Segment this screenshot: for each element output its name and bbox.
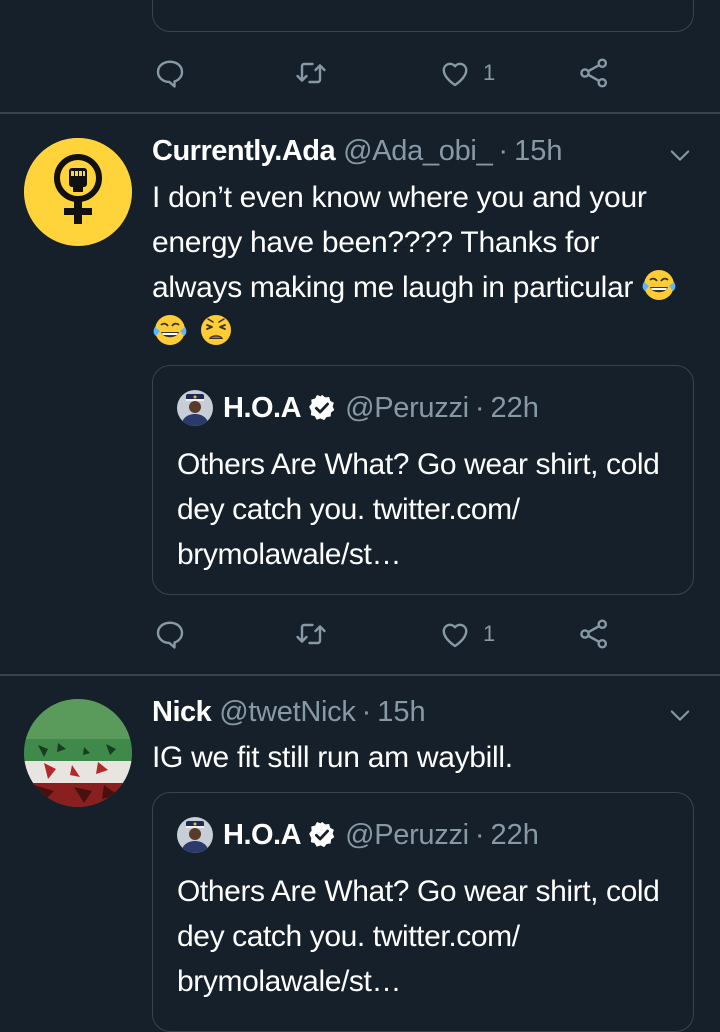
chevron-down-icon xyxy=(670,710,690,721)
separator: · xyxy=(361,696,372,728)
reply-button[interactable] xyxy=(152,616,188,652)
quoted-avatar xyxy=(177,390,213,426)
like-button[interactable]: 1 xyxy=(437,616,495,652)
quoted-user-handle: @Peruzzi xyxy=(345,391,469,424)
tweet-text: I don’t even know where you and your ene… xyxy=(152,175,697,355)
verified-badge xyxy=(307,820,337,850)
retweet-icon xyxy=(296,623,326,645)
quoted-tweet-card[interactable]: H.O.A @Peruzzi · 22h Others Are What? Go… xyxy=(152,365,694,595)
separator: · xyxy=(498,135,509,167)
quoted-tweet-header: H.O.A @Peruzzi · 22h xyxy=(177,817,539,853)
quoted-tweet-text: Others Are What? Go wear shirt, cold dey… xyxy=(177,448,660,571)
quoted-timestamp: 22h xyxy=(490,391,539,424)
verified-badge-icon xyxy=(309,821,335,848)
reply-icon xyxy=(156,60,184,88)
like-count: 1 xyxy=(483,60,496,85)
quoted-user-handle: @Peruzzi xyxy=(345,818,469,851)
quoted-tweet-card-edge[interactable] xyxy=(152,0,694,32)
quoted-tweet-card[interactable]: H.O.A @Peruzzi · 22h Others Are What? Go… xyxy=(152,792,694,1032)
face-with-tears-of-joy-icon xyxy=(153,315,187,345)
share-button[interactable] xyxy=(576,616,612,652)
face-with-tears-of-joy-icon xyxy=(642,270,676,300)
quoted-tweet-header: H.O.A @Peruzzi · 22h xyxy=(177,390,539,426)
reply-icon xyxy=(156,621,184,649)
quoted-tweet-text: Others Are What? Go wear shirt, cold dey… xyxy=(177,875,660,998)
user-handle[interactable]: @twetNick xyxy=(219,696,356,729)
more-options-button[interactable] xyxy=(666,701,694,729)
tweet[interactable]: Nick @twetNick · 15h IG we fit still run… xyxy=(0,675,720,1032)
tweet-header: Nick @twetNick · 15h xyxy=(152,696,426,732)
previous-tweet-fragment: 1 xyxy=(0,0,720,113)
verified-badge xyxy=(307,393,337,423)
tweet[interactable]: Currently.Ada @Ada_obi_ · 15h I don’t ev… xyxy=(0,113,720,674)
tweet-body: I don’t even know where you and your ene… xyxy=(152,181,647,304)
share-icon xyxy=(580,58,608,88)
reply-button[interactable] xyxy=(152,55,188,91)
display-name[interactable]: Nick xyxy=(152,696,212,729)
retweet-button[interactable] xyxy=(292,616,330,652)
chevron-down-icon xyxy=(670,150,690,161)
avatar[interactable] xyxy=(24,699,132,807)
nick-avatar-image-icon xyxy=(24,699,132,807)
avatar[interactable] xyxy=(24,138,132,246)
verified-badge-icon xyxy=(309,394,335,421)
female-fist-symbol-icon xyxy=(24,138,132,244)
weary-face-icon xyxy=(201,315,232,345)
user-handle[interactable]: @Ada_obi_ xyxy=(343,135,493,168)
timestamp[interactable]: 15h xyxy=(377,696,425,729)
quoted-avatar xyxy=(177,817,213,853)
tweet-text: IG we fit still run am waybill. xyxy=(152,741,513,774)
share-icon xyxy=(580,619,608,649)
retweet-button[interactable] xyxy=(292,55,330,91)
quoted-timestamp: 22h xyxy=(490,818,539,851)
action-bar: 1 xyxy=(152,55,632,91)
police-officer-avatar-icon xyxy=(177,390,213,426)
quoted-display-name: H.O.A xyxy=(223,818,302,851)
action-bar: 1 xyxy=(152,616,632,652)
retweet-icon xyxy=(296,62,326,84)
separator: · xyxy=(474,818,485,851)
quoted-display-name: H.O.A xyxy=(223,391,302,424)
heart-icon xyxy=(442,623,468,648)
display-name[interactable]: Currently.Ada xyxy=(152,135,336,168)
separator: · xyxy=(474,391,485,424)
police-officer-avatar-icon xyxy=(177,817,213,853)
tweet-header: Currently.Ada @Ada_obi_ · 15h xyxy=(152,135,562,171)
like-count: 1 xyxy=(483,621,496,646)
like-button[interactable]: 1 xyxy=(437,55,495,91)
timestamp[interactable]: 15h xyxy=(514,135,562,168)
share-button[interactable] xyxy=(576,55,612,91)
heart-icon xyxy=(442,62,468,87)
more-options-button[interactable] xyxy=(666,141,694,169)
